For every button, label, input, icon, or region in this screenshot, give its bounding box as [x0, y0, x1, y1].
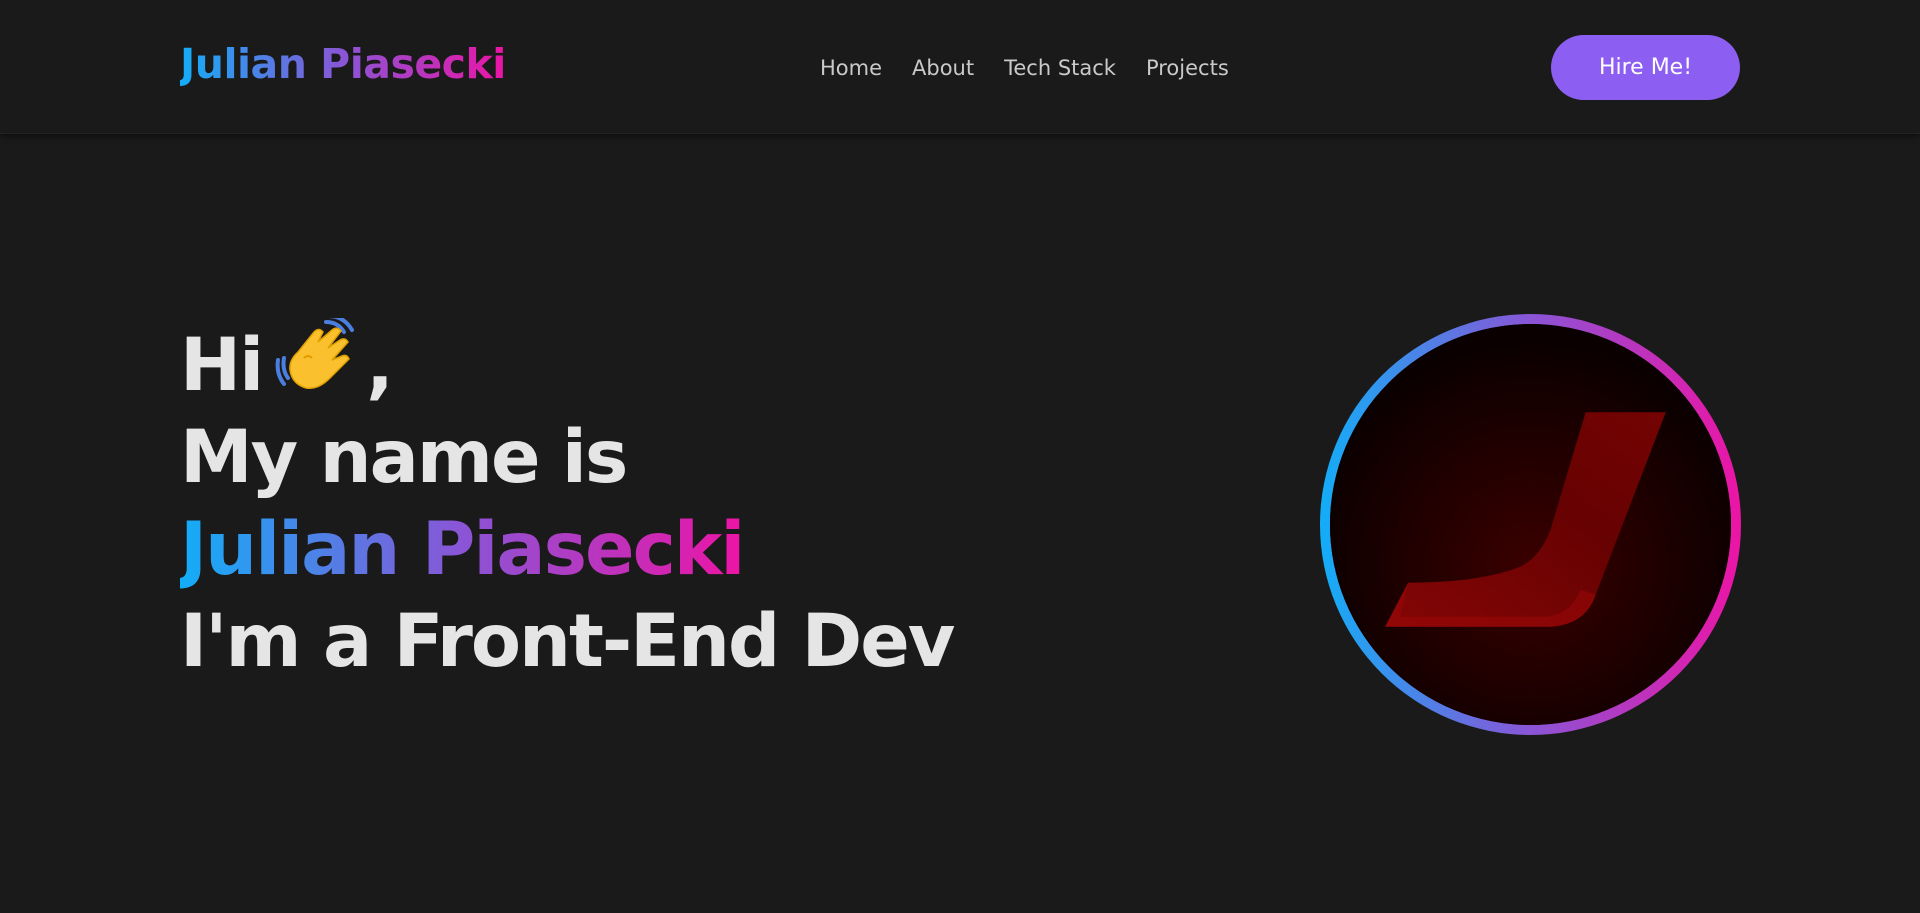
- hero-role: I'm a Front-End Dev: [180, 599, 955, 684]
- logo-link[interactable]: Julian Piasecki: [180, 38, 506, 91]
- hero-section: Hi , My name is Julian Piasecki I'm a Fr…: [180, 314, 955, 688]
- hero-name: Julian Piasecki: [180, 507, 745, 592]
- hero-greeting: Hi ,: [180, 314, 953, 412]
- nav-home-link[interactable]: Home: [820, 54, 882, 82]
- j-logo-avatar: [1330, 324, 1731, 725]
- nav-projects-link[interactable]: Projects: [1146, 54, 1229, 82]
- nav-about-link[interactable]: About: [912, 54, 974, 82]
- waving-hand-icon: [274, 314, 360, 396]
- hire-me-button[interactable]: Hire Me!: [1551, 35, 1740, 100]
- nav-menu: Home About Tech Stack Projects: [820, 54, 1229, 82]
- greeting-comma: ,: [366, 323, 394, 408]
- hero-name-line: Julian Piasecki: [180, 504, 953, 596]
- hero-intro: My name is: [180, 415, 628, 500]
- navbar: Julian Piasecki Home About Tech Stack Pr…: [0, 0, 1920, 134]
- avatar-frame: [1320, 314, 1741, 735]
- nav-tech-stack-link[interactable]: Tech Stack: [1004, 54, 1116, 82]
- greeting-text: Hi: [180, 323, 264, 408]
